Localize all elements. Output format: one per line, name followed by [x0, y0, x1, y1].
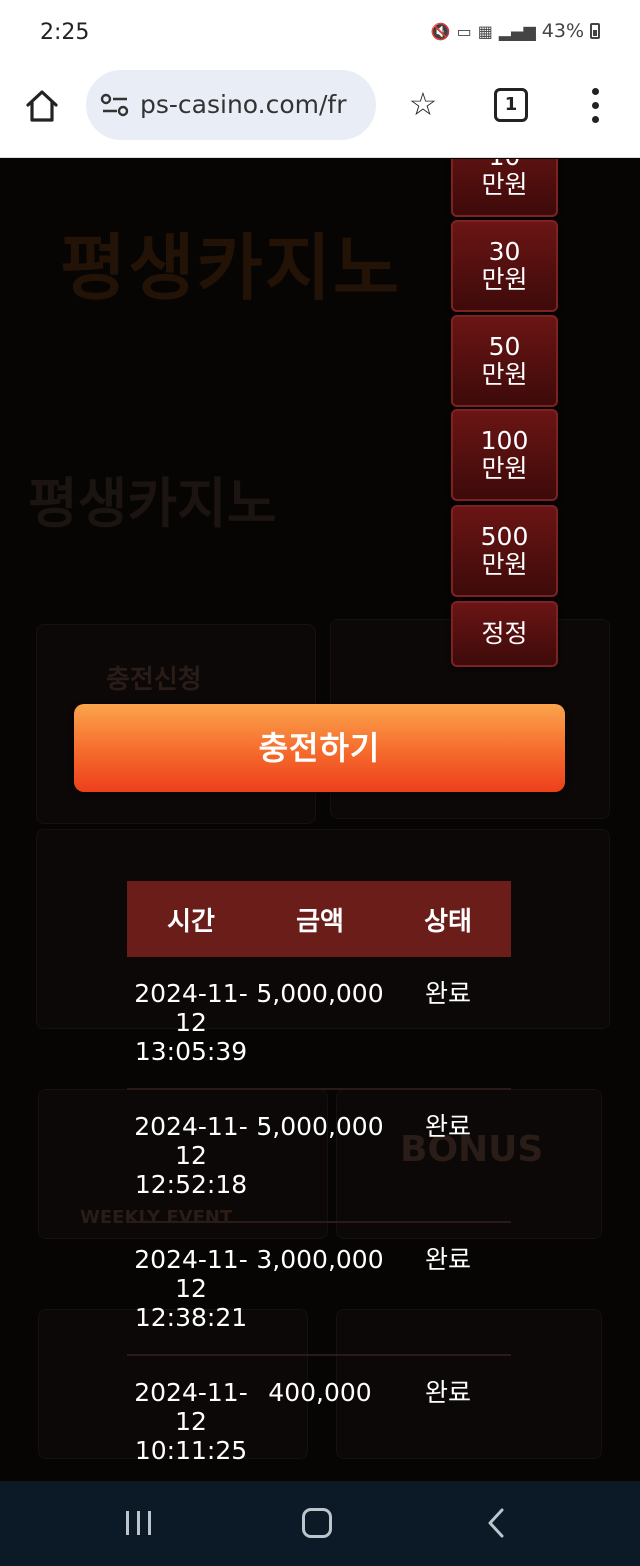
row-status: 완료	[424, 1378, 471, 1407]
charge-history-table: 시간 금액 상태 2024-11- 12 13:05:39 5,000,000 …	[127, 881, 511, 1481]
tab-switcher-button[interactable]: 1	[494, 88, 528, 122]
amount-unit: 만원	[481, 454, 528, 483]
header-time: 시간	[167, 906, 215, 937]
recent-apps-icon[interactable]	[124, 1511, 154, 1535]
row-date: 2024-11-	[134, 1245, 248, 1274]
battery-icon	[590, 23, 600, 39]
row-date: 2024-11-	[134, 1378, 248, 1407]
row-date: 2024-11-	[134, 979, 248, 1008]
row-time: 2024-11- 12 13:05:39	[127, 979, 255, 1088]
row-time: 2024-11- 12 12:52:18	[127, 1112, 255, 1221]
row-time: 2024-11- 12 12:38:21	[127, 1245, 255, 1354]
amount-button-500[interactable]: 500 만원	[451, 505, 558, 597]
row-amount: 5,000,000	[256, 1112, 384, 1141]
amount-button-10[interactable]: 10 만원	[451, 159, 558, 217]
row-day: 12	[175, 1008, 207, 1037]
table-row: 2024-11- 12 12:52:18 5,000,000 완료	[127, 1090, 511, 1223]
row-status: 완료	[424, 1245, 471, 1274]
amount-value: 100	[480, 426, 529, 455]
table-row: 2024-11- 12 13:05:39 5,000,000 완료	[127, 957, 511, 1090]
table-row: 2024-11- 12 10:11:25 400,000 완료	[127, 1356, 511, 1481]
status-bar: 2:25 🔇 ▭ ▦ ▂▄▆ 43%	[0, 0, 640, 62]
row-clock: 13:05:39	[134, 1037, 248, 1066]
amount-value: 500	[480, 522, 529, 551]
row-date: 2024-11-	[134, 1112, 248, 1141]
system-home-icon[interactable]	[302, 1508, 332, 1538]
battery-percent: 43%	[541, 20, 584, 42]
row-day: 12	[175, 1407, 207, 1436]
row-amount: 3,000,000	[256, 1245, 384, 1274]
amount-button-50[interactable]: 50 만원	[451, 315, 558, 407]
row-clock: 12:52:18	[134, 1170, 248, 1199]
row-amount: 400,000	[268, 1378, 372, 1407]
background-label-charge: 충전신청	[106, 665, 202, 695]
home-icon[interactable]	[22, 86, 62, 126]
row-status: 완료	[424, 979, 471, 1008]
row-day: 12	[175, 1274, 207, 1303]
header-amount: 금액	[296, 906, 344, 937]
header-status: 상태	[424, 906, 472, 937]
site-settings-icon[interactable]	[100, 92, 130, 118]
row-time: 2024-11- 12 10:11:25	[127, 1378, 255, 1481]
browser-toolbar: ps-casino.com/fr ☆ 1	[0, 62, 640, 158]
bookmark-star-icon[interactable]: ☆	[402, 84, 444, 126]
table-header: 시간 금액 상태	[127, 881, 511, 957]
row-status: 완료	[424, 1112, 471, 1141]
amount-unit: 만원	[481, 550, 528, 579]
status-time: 2:25	[40, 20, 90, 45]
row-amount: 5,000,000	[256, 979, 384, 1008]
back-icon[interactable]	[484, 1508, 508, 1538]
row-clock: 12:38:21	[134, 1303, 248, 1332]
page-content: 평생카지노 평생카지노 충전신청 WEEKLY EVENT BONUS 10 만…	[0, 159, 640, 1481]
system-nav-bar	[0, 1481, 640, 1566]
url-text: ps-casino.com/fr	[140, 90, 347, 119]
5g-icon: ▦	[477, 21, 493, 41]
amount-value: 50	[488, 332, 521, 361]
mute-vibrate-icon: 🔇	[430, 21, 451, 41]
row-day: 12	[175, 1141, 207, 1170]
address-bar[interactable]: ps-casino.com/fr	[86, 70, 376, 140]
background-logo-small: 평생카지노	[28, 472, 277, 535]
amount-button-30[interactable]: 30 만원	[451, 220, 558, 312]
charge-button[interactable]: 충전하기	[74, 704, 565, 792]
phone-screen: 2:25 🔇 ▭ ▦ ▂▄▆ 43% ps-casino.com/fr ☆ 1	[0, 0, 640, 1566]
more-menu-icon[interactable]	[580, 84, 610, 128]
amount-unit: 만원	[481, 265, 528, 294]
amount-unit: 만원	[481, 360, 528, 389]
row-clock: 10:11:25	[134, 1436, 248, 1465]
reset-amount-button[interactable]: 정정	[451, 601, 558, 667]
signal-icon: ▂▄▆	[498, 21, 536, 41]
background-logo-large: 평생카지노	[60, 226, 402, 310]
table-row: 2024-11- 12 12:38:21 3,000,000 완료	[127, 1223, 511, 1356]
amount-button-100[interactable]: 100 만원	[451, 409, 558, 501]
status-icons: 🔇 ▭ ▦ ▂▄▆ 43%	[431, 20, 600, 42]
amount-unit: 만원	[481, 170, 528, 199]
hd-voice-icon: ▭	[456, 21, 472, 41]
amount-value: 30	[488, 237, 521, 266]
